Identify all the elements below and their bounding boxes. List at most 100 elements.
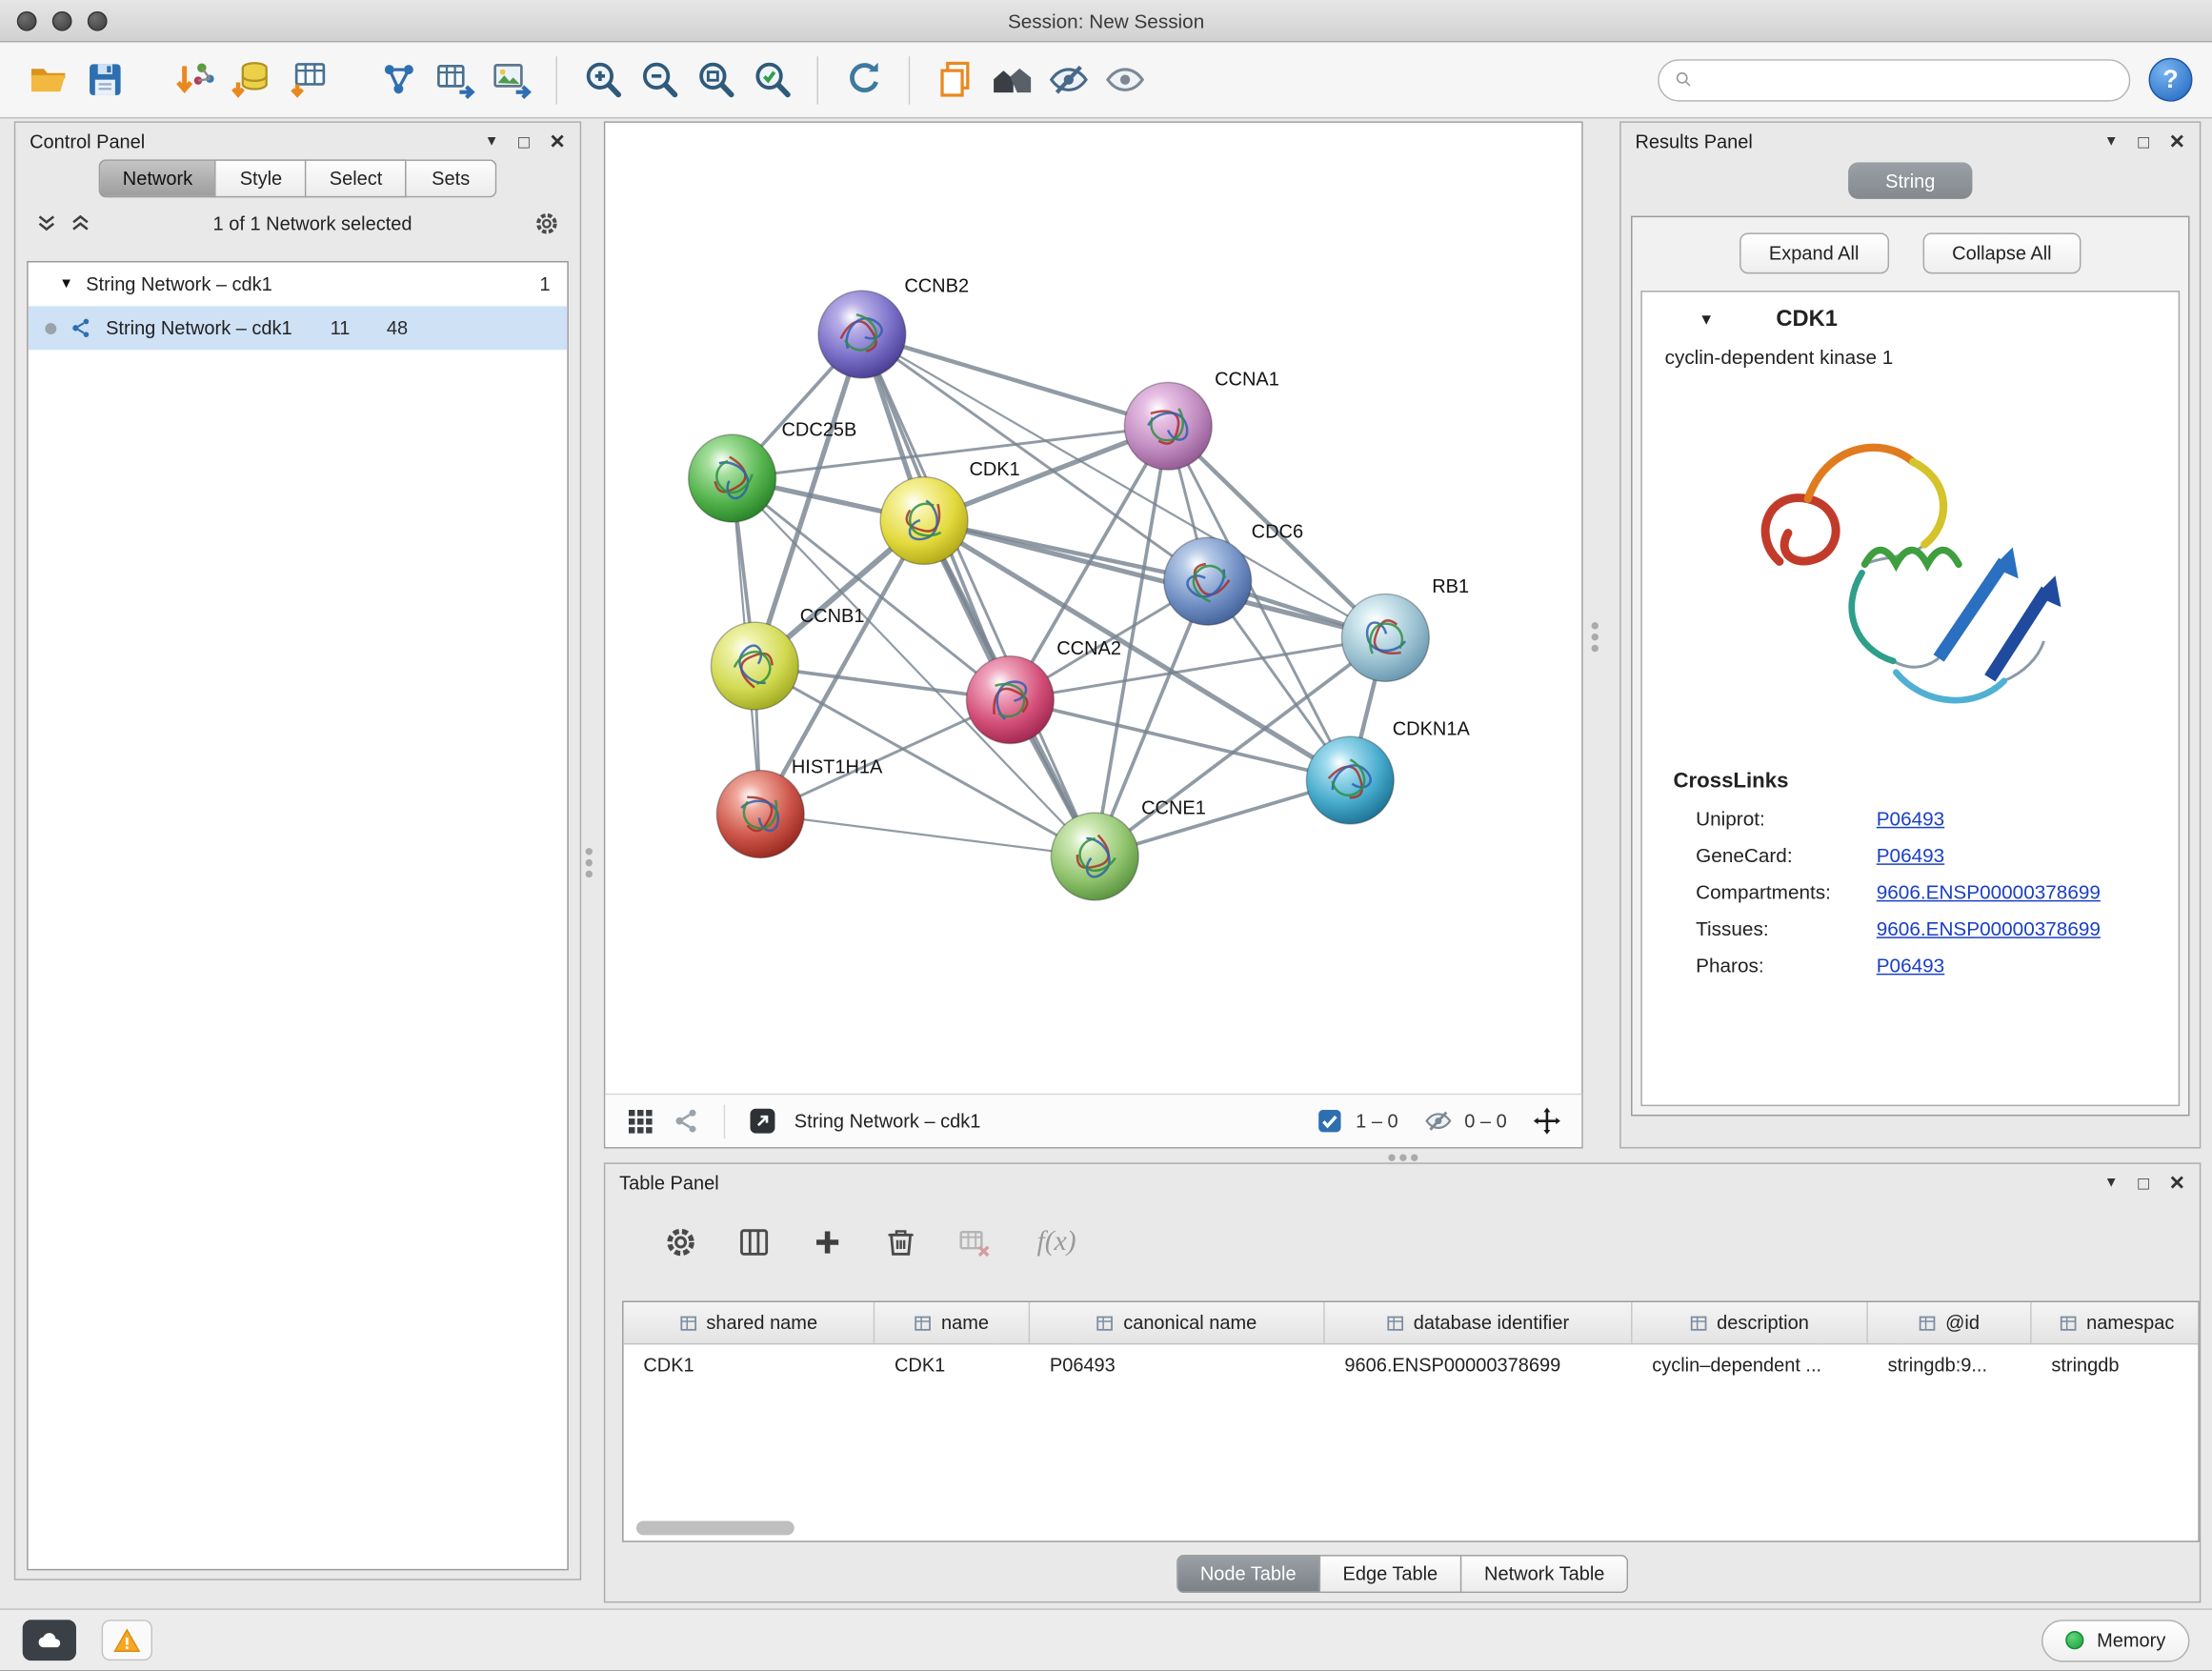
tab-node-table[interactable]: Node Table [1176, 1555, 1320, 1593]
panel-float-icon[interactable]: ▼ [485, 133, 499, 149]
open-external-window-icon[interactable] [748, 1106, 777, 1136]
import-network-database-icon[interactable] [223, 51, 279, 108]
tab-select[interactable]: Select [307, 159, 406, 197]
edge-CCNB2-CCNA1[interactable] [862, 334, 1168, 426]
table-cell[interactable]: stringdb [2032, 1344, 2200, 1385]
panel-maximize-icon[interactable]: □ [518, 131, 530, 151]
node-CDC25B[interactable] [689, 434, 776, 522]
zoom-out-icon[interactable] [631, 51, 687, 108]
table-cell[interactable]: 9606.ENSP00000378699 [1325, 1344, 1633, 1385]
node-CDC6[interactable] [1164, 537, 1252, 625]
network-collection-row[interactable]: ▼ String Network – cdk1 1 [29, 262, 568, 306]
table-row[interactable]: CDK1CDK1P064939606.ENSP00000378699cyclin… [624, 1344, 2199, 1385]
expand-all-button[interactable]: Expand All [1739, 232, 1889, 273]
expand-all-icon[interactable] [70, 211, 92, 234]
network-graph-canvas[interactable]: CCNB2CCNA1CDC25BCDK1CDC6RB1CCNB1CCNA2CDK… [605, 123, 1581, 1094]
panel-maximize-icon[interactable]: □ [2138, 131, 2149, 151]
node-CCNE1[interactable] [1051, 813, 1138, 900]
column-header--id[interactable]: @id [1868, 1302, 2032, 1343]
add-column-plus-icon[interactable] [803, 1218, 851, 1265]
column-header-namespac[interactable]: namespac [2032, 1302, 2200, 1343]
horizontal-scrollbar[interactable] [630, 1520, 2193, 1537]
node-CCNB2[interactable] [818, 291, 906, 378]
birdseye-home-icon[interactable] [983, 51, 1039, 108]
save-session-icon[interactable] [76, 51, 132, 108]
export-network-icon[interactable] [370, 51, 426, 108]
network-options-gear-icon[interactable] [533, 210, 560, 236]
hidden-eye-slash-icon[interactable] [1423, 1106, 1453, 1136]
search-input[interactable] [1703, 70, 2115, 91]
import-table-icon[interactable] [279, 51, 335, 108]
table-cell[interactable]: CDK1 [875, 1344, 1030, 1385]
search-box[interactable] [1658, 58, 2130, 100]
right-splitter-handle[interactable] [1587, 618, 1601, 656]
minimize-window-button[interactable] [52, 11, 72, 31]
delete-column-trash-icon[interactable] [876, 1218, 924, 1265]
node-CCNB1[interactable] [711, 622, 798, 710]
tab-edge-table[interactable]: Edge Table [1320, 1555, 1462, 1593]
left-splitter-handle[interactable] [581, 844, 595, 882]
open-session-icon[interactable] [20, 51, 76, 108]
tree-caret-icon[interactable]: ▼ [59, 276, 73, 292]
hide-selected-icon[interactable] [1039, 51, 1096, 108]
node-CDK1[interactable] [880, 477, 968, 565]
node-HIST1H1A[interactable] [716, 771, 804, 858]
export-image-icon[interactable] [483, 51, 539, 108]
bottom-splitter-handle[interactable] [1388, 1150, 1418, 1164]
edge-CCNB2-CCNE1[interactable] [862, 334, 1095, 856]
zoom-fit-icon[interactable] [687, 51, 743, 108]
warnings-button[interactable] [102, 1620, 152, 1661]
tab-network[interactable]: Network [99, 159, 217, 197]
collapse-all-button[interactable]: Collapse All [1922, 232, 2081, 273]
show-all-icon[interactable] [1096, 51, 1153, 108]
panel-float-icon[interactable]: ▼ [2104, 133, 2119, 149]
collapse-all-icon[interactable] [35, 211, 58, 234]
panel-close-icon[interactable]: ✕ [2169, 1170, 2185, 1194]
table-settings-gear-icon[interactable] [656, 1218, 704, 1265]
share-network-icon[interactable] [672, 1106, 701, 1136]
column-header-name[interactable]: name [875, 1302, 1030, 1343]
show-columns-icon[interactable] [730, 1218, 777, 1265]
column-header-shared-name[interactable]: shared name [624, 1302, 875, 1343]
edge-CDK1-RB1[interactable] [924, 520, 1385, 637]
node-CCNA2[interactable] [966, 656, 1054, 744]
refresh-icon[interactable] [835, 51, 892, 108]
crosslink-link[interactable]: 9606.ENSP00000378699 [1877, 917, 2101, 940]
panel-maximize-icon[interactable]: □ [2138, 1172, 2149, 1193]
node-RB1[interactable] [1341, 594, 1429, 682]
close-window-button[interactable] [17, 11, 37, 31]
tab-string[interactable]: String [1848, 162, 1972, 199]
maximize-window-button[interactable] [88, 11, 108, 31]
export-table-icon[interactable] [426, 51, 482, 108]
pan-crosshair-icon[interactable] [1532, 1106, 1561, 1136]
tab-network-table[interactable]: Network Table [1461, 1555, 1628, 1593]
selected-checkbox-icon[interactable] [1315, 1106, 1344, 1136]
column-header-canonical-name[interactable]: canonical name [1030, 1302, 1325, 1343]
zoom-in-icon[interactable] [574, 51, 631, 108]
column-header-database-identifier[interactable]: database identifier [1325, 1302, 1633, 1343]
table-cell[interactable]: cyclin–dependent ... [1633, 1344, 1868, 1385]
help-button[interactable]: ? [2149, 58, 2193, 102]
crosslink-link[interactable]: 9606.ENSP00000378699 [1877, 880, 2101, 903]
tab-sets[interactable]: Sets [407, 159, 497, 197]
table-cell[interactable]: P06493 [1030, 1344, 1325, 1385]
node-CCNA1[interactable] [1124, 382, 1212, 470]
table-cell[interactable]: CDK1 [624, 1344, 875, 1385]
panel-close-icon[interactable]: ✕ [2169, 130, 2185, 153]
birdseye-grid-icon[interactable] [625, 1106, 654, 1136]
crosslink-link[interactable]: P06493 [1877, 807, 1945, 830]
table-cell[interactable]: stringdb:9... [1868, 1344, 2032, 1385]
edge-HIST1H1A-CCNE1[interactable] [760, 815, 1095, 856]
node-CDKN1A[interactable] [1306, 736, 1394, 824]
zoom-selected-icon[interactable] [743, 51, 799, 108]
panel-close-icon[interactable]: ✕ [550, 130, 566, 153]
annotation-icon[interactable] [927, 51, 983, 108]
tab-style[interactable]: Style [216, 159, 307, 197]
gene-collapse-caret-icon[interactable]: ▼ [1699, 312, 1714, 329]
cloud-sync-button[interactable] [23, 1620, 76, 1661]
scrollbar-thumb[interactable] [636, 1521, 794, 1536]
network-row-selected[interactable]: String Network – cdk1 11 48 [29, 306, 568, 350]
import-network-file-icon[interactable] [167, 51, 223, 108]
crosslink-link[interactable]: P06493 [1877, 844, 1945, 867]
edge-CCNA2-CDKN1A[interactable] [1010, 700, 1350, 780]
